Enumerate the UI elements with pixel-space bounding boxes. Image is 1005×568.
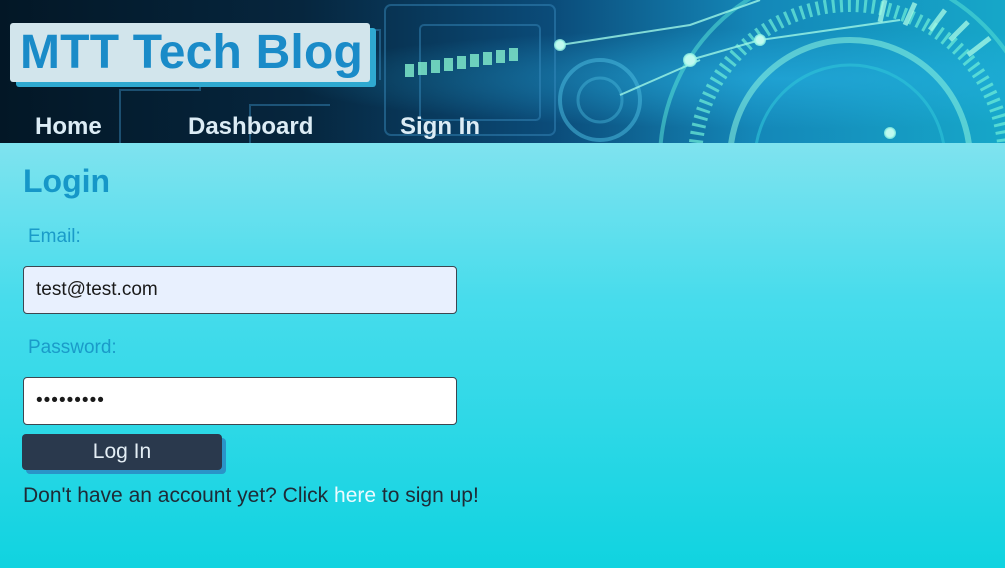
nav-dashboard-link[interactable]: Dashboard <box>188 113 313 141</box>
site-title: MTT Tech Blog <box>20 26 364 79</box>
signup-link[interactable]: here <box>334 484 376 507</box>
page-title: Login <box>23 163 111 199</box>
signup-prompt-suffix: to sign up! <box>376 484 479 507</box>
site-logo[interactable]: MTT Tech Blog <box>10 23 370 82</box>
log-in-button[interactable]: Log In <box>22 434 222 470</box>
email-label: Email: <box>28 226 81 247</box>
signup-prompt-prefix: Don't have an account yet? Click <box>23 484 335 507</box>
email-field[interactable] <box>23 266 457 314</box>
site-header: MTT Tech Blog Home Dashboard Sign In <box>0 0 1005 143</box>
nav-home-link[interactable]: Home <box>35 113 102 141</box>
password-field[interactable] <box>23 377 457 425</box>
nav-sign-in-link[interactable]: Sign In <box>400 113 480 141</box>
signup-prompt: Don't have an account yet? Click here to… <box>23 484 479 508</box>
password-label: Password: <box>28 337 117 358</box>
